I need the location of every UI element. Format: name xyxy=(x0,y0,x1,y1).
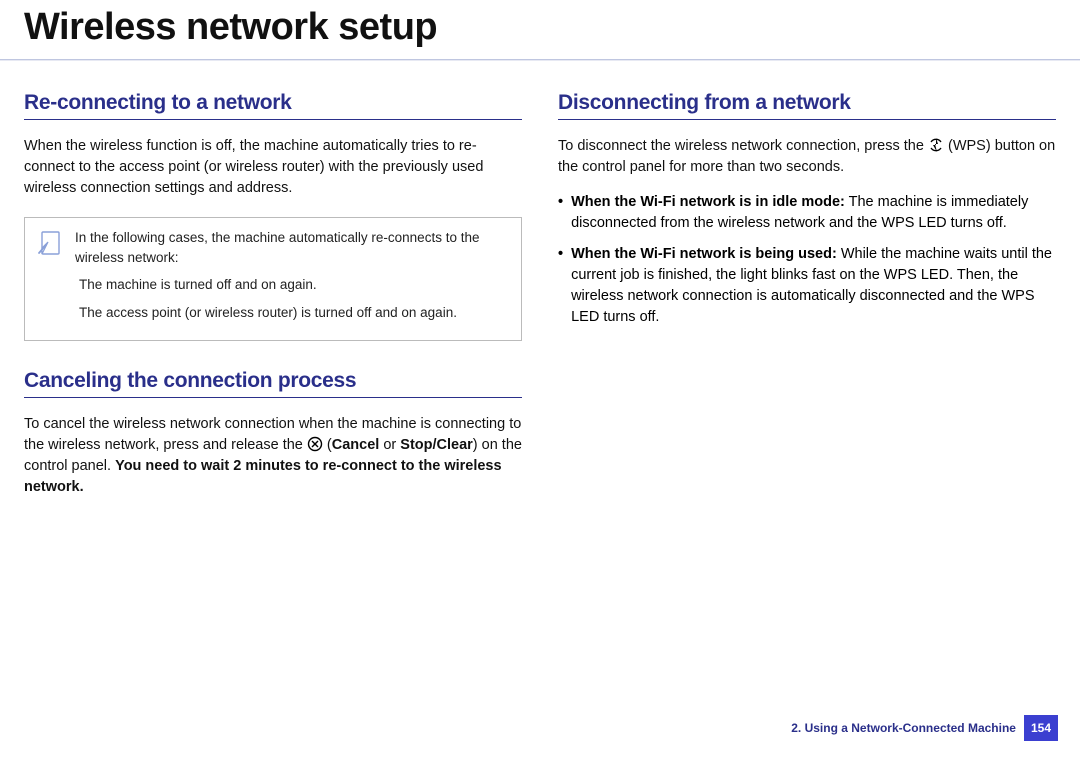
cancel-circle-icon xyxy=(307,436,323,452)
note-box: In the following cases, the machine auto… xyxy=(24,217,522,341)
page-footer: 2. Using a Network-Connected Machine 154 xyxy=(791,715,1058,741)
idle-label: When the Wi-Fi network is in idle mode: xyxy=(571,194,845,210)
canceling-paragraph: To cancel the wireless network connectio… xyxy=(24,414,522,498)
bullet-used: • When the Wi-Fi network is being used: … xyxy=(558,244,1056,328)
reconnecting-paragraph: When the wireless function is off, the m… xyxy=(24,136,522,199)
footer-chapter: 2. Using a Network-Connected Machine xyxy=(791,721,1016,735)
note-icon xyxy=(37,230,63,256)
page-number: 154 xyxy=(1024,715,1058,741)
heading-reconnecting: Re-connecting to a network xyxy=(24,91,522,120)
stopclear-label: Stop/Clear xyxy=(400,437,473,453)
note-intro: In the following cases, the machine auto… xyxy=(75,228,507,267)
cancel-label: Cancel xyxy=(332,437,380,453)
note-item-a: The machine is turned off and on again. xyxy=(79,275,507,295)
bullet-dot: • xyxy=(558,244,563,328)
disconnect-paragraph: To disconnect the wireless network conne… xyxy=(558,136,1056,178)
title-divider xyxy=(0,59,1080,61)
heading-canceling: Canceling the connection process xyxy=(24,369,522,398)
disc-text-a: To disconnect the wireless network conne… xyxy=(558,138,928,154)
page-title: Wireless network setup xyxy=(0,0,1080,59)
note-item-b: The access point (or wireless router) is… xyxy=(79,303,507,323)
bullet-idle-text: When the Wi-Fi network is in idle mode: … xyxy=(571,192,1056,234)
heading-disconnecting: Disconnecting from a network xyxy=(558,91,1056,120)
bullet-idle: • When the Wi-Fi network is in idle mode… xyxy=(558,192,1056,234)
used-label: When the Wi-Fi network is being used: xyxy=(571,246,837,262)
right-column: Disconnecting from a network To disconne… xyxy=(558,85,1056,512)
cancel-or: or xyxy=(379,437,400,453)
left-column: Re-connecting to a network When the wire… xyxy=(24,85,522,512)
note-body: In the following cases, the machine auto… xyxy=(75,228,507,330)
wps-icon xyxy=(928,137,944,153)
content-columns: Re-connecting to a network When the wire… xyxy=(0,85,1080,512)
bullet-used-text: When the Wi-Fi network is being used: Wh… xyxy=(571,244,1056,328)
bullet-dot: • xyxy=(558,192,563,234)
